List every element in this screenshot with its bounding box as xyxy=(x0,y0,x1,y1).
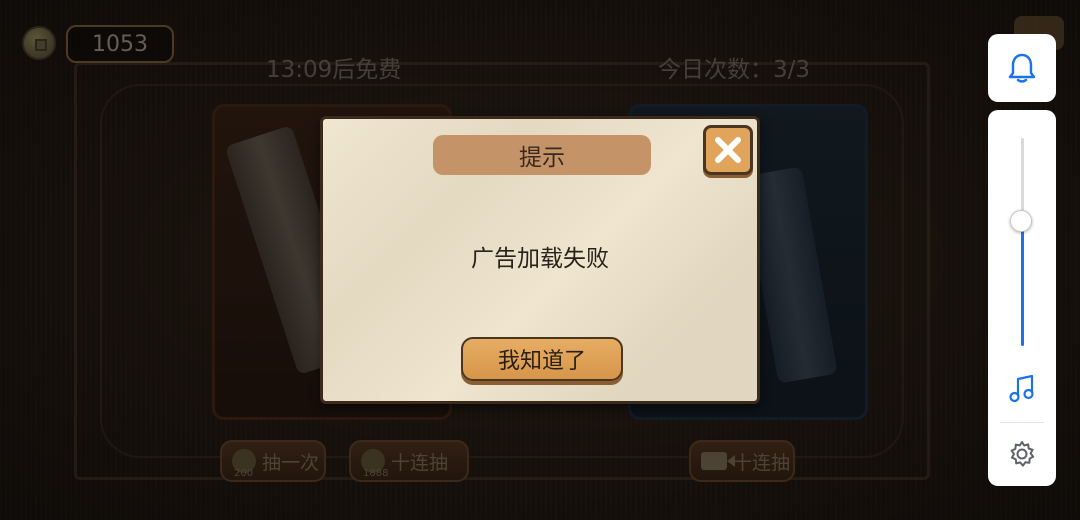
volume-panel xyxy=(988,110,1056,486)
volume-slider[interactable] xyxy=(1021,138,1024,346)
close-button[interactable] xyxy=(703,125,753,175)
alert-dialog: 提示 广告加载失败 我知道了 xyxy=(320,116,760,404)
music-note-icon[interactable] xyxy=(1008,374,1036,404)
dialog-title-bar: 提示 xyxy=(433,135,651,175)
volume-slider-thumb[interactable] xyxy=(1010,210,1032,233)
confirm-button-label: 我知道了 xyxy=(497,349,586,374)
volume-slider-fill xyxy=(1021,221,1024,346)
confirm-button[interactable]: 我知道了 xyxy=(461,337,623,381)
close-icon xyxy=(715,137,741,163)
gear-icon[interactable] xyxy=(1008,440,1036,468)
bell-icon xyxy=(1008,53,1036,83)
dialog-title: 提示 xyxy=(519,145,565,171)
dialog-message: 广告加载失败 xyxy=(471,246,609,272)
panel-divider xyxy=(1000,422,1044,423)
ring-mode-button[interactable] xyxy=(988,34,1056,102)
